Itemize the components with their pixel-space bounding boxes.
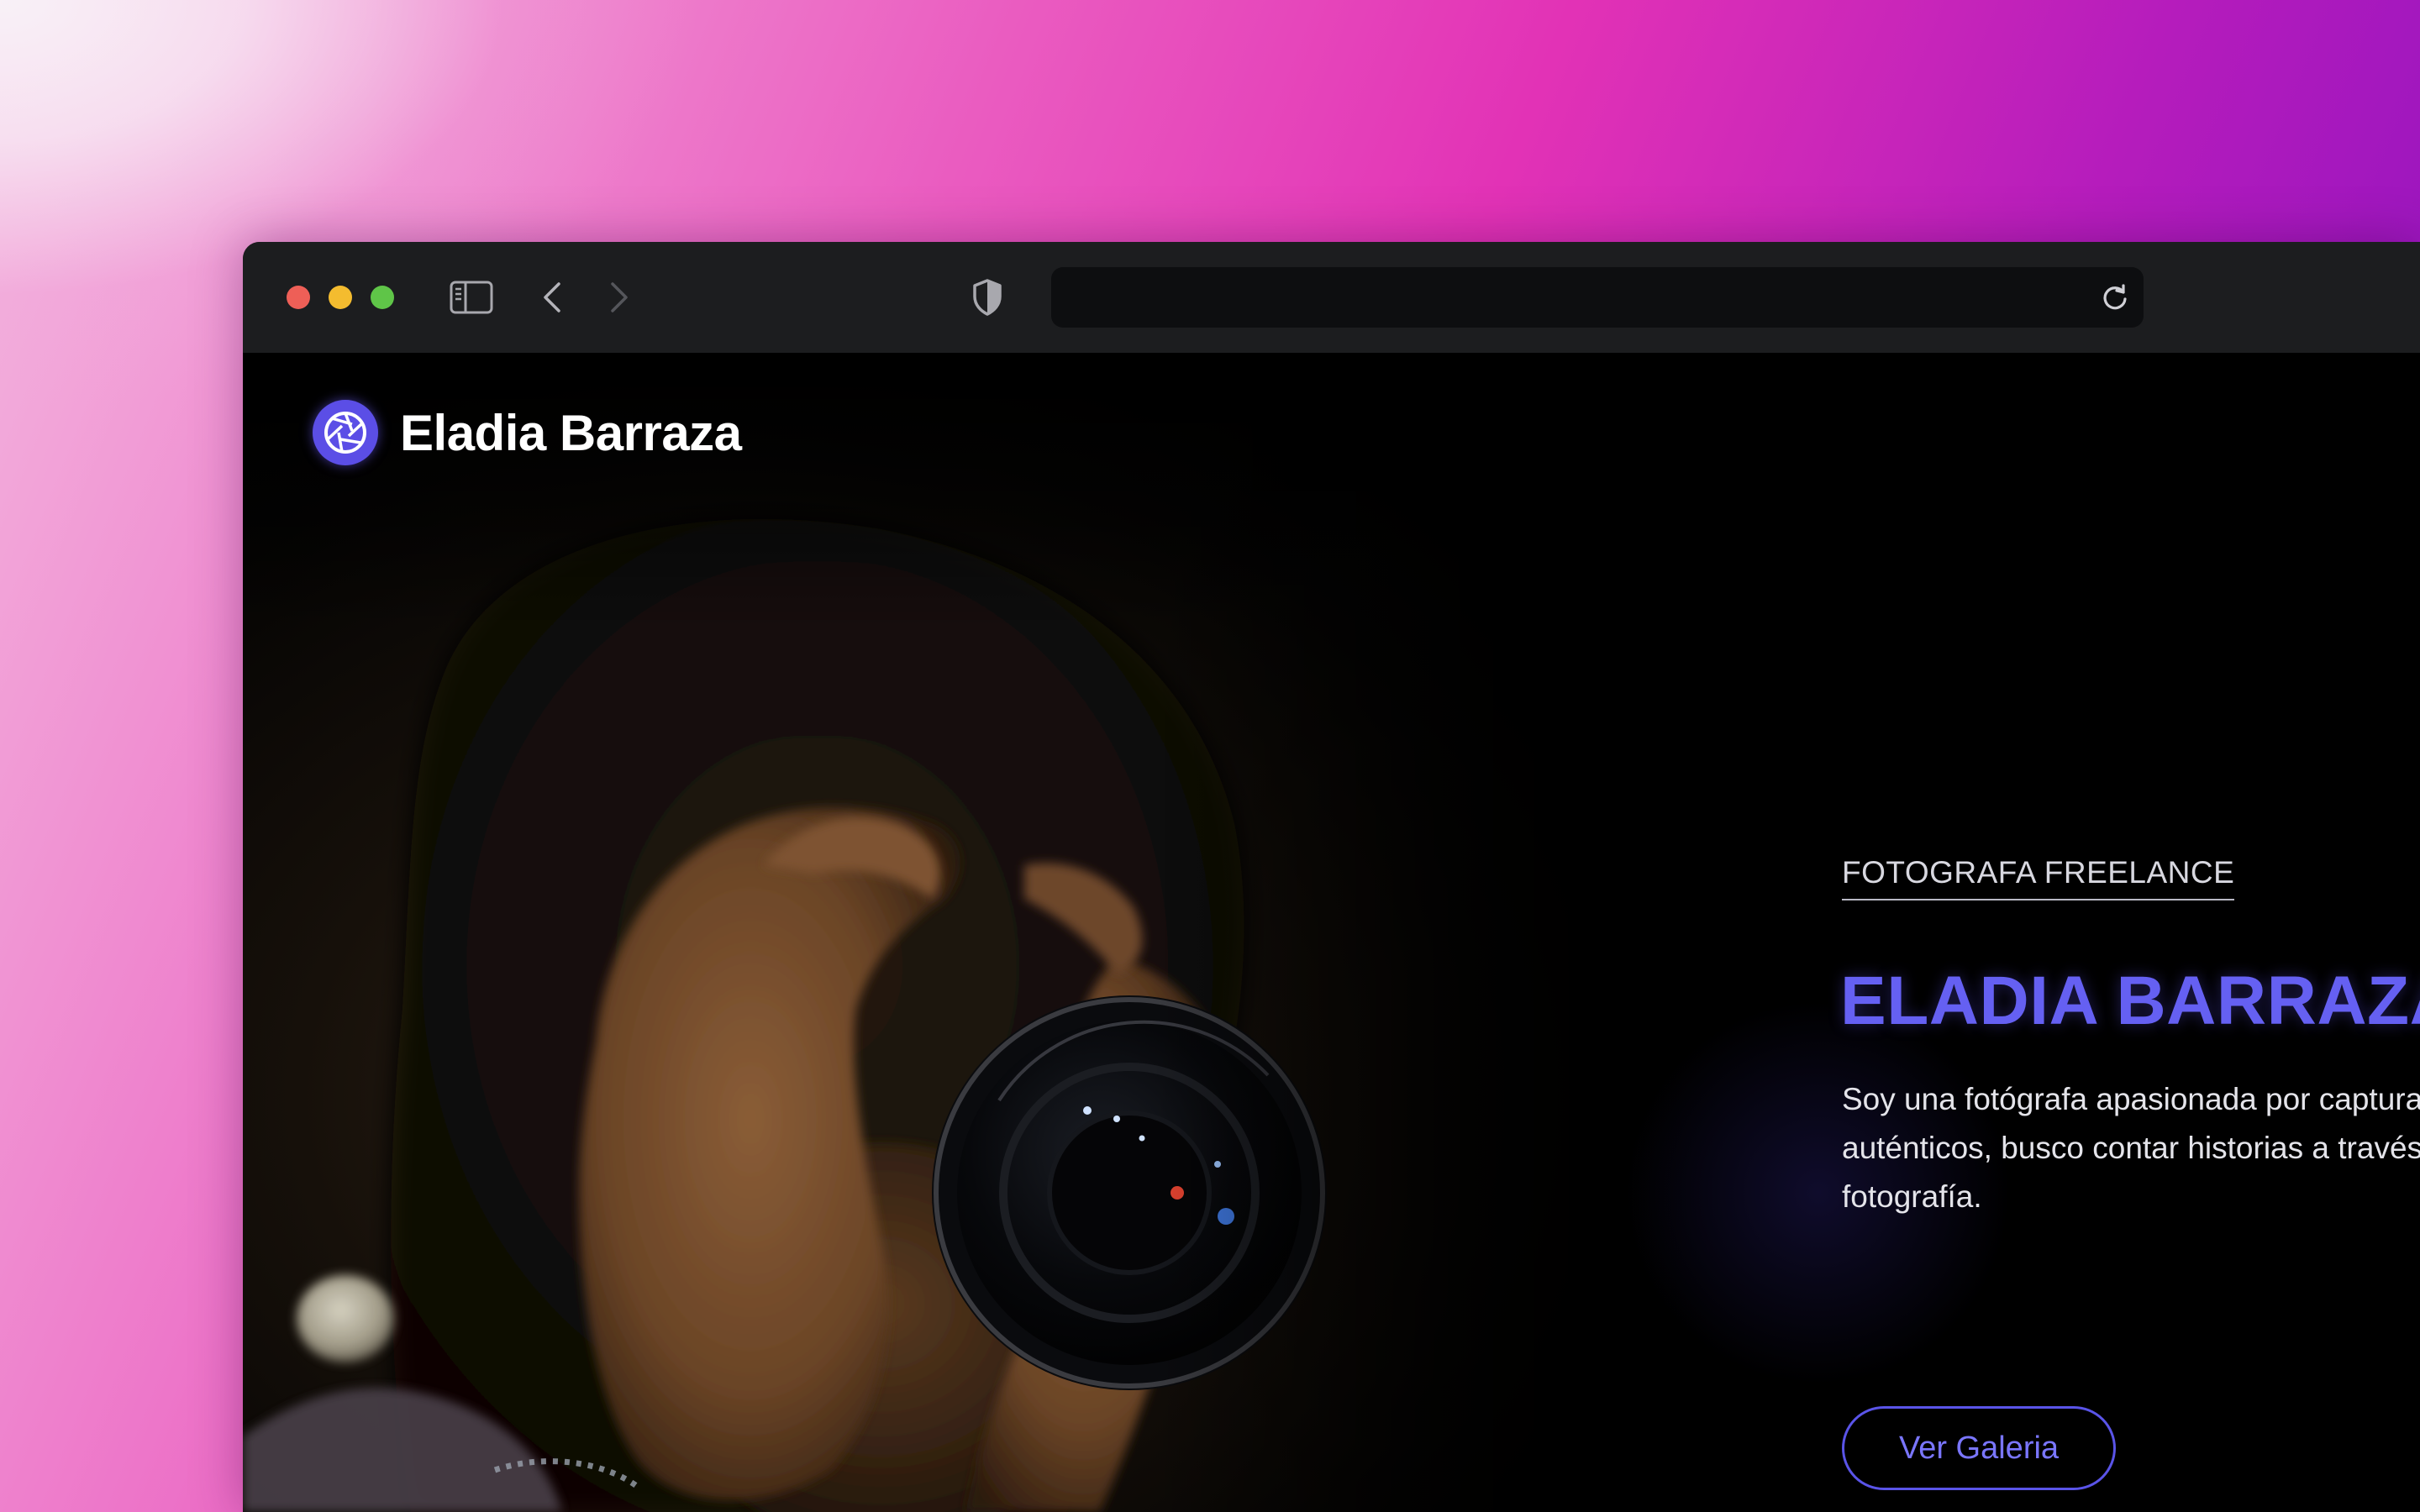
hero-title: ELADIA BARRAZA — [1840, 963, 2420, 1039]
hero-eyebrow: FOTOGRAFA FREELANCE — [1842, 855, 2235, 900]
browser-window: Eladia Barraza FOTOGRAFA FREELANCE ELADI… — [243, 242, 2420, 1512]
minimize-window-button[interactable] — [329, 286, 352, 309]
view-gallery-button[interactable]: Ver Galeria — [1842, 1406, 2116, 1490]
hero-photo — [243, 353, 1705, 1512]
sidebar-icon[interactable] — [448, 276, 495, 319]
address-bar[interactable] — [1051, 267, 2144, 328]
browser-toolbar — [243, 242, 2420, 354]
close-window-button[interactable] — [287, 286, 310, 309]
hero-description: Soy una fotógrafa apasionada por captura… — [1842, 1082, 2420, 1214]
chevron-right-icon[interactable] — [604, 276, 634, 319]
shield-icon[interactable] — [967, 274, 1007, 321]
camera-aperture-icon — [313, 400, 378, 465]
site-title: Eladia Barraza — [400, 404, 742, 461]
hero-section: FOTOGRAFA FREELANCE ELADIA BARRAZA Soy u… — [1600, 353, 2420, 1512]
zoom-window-button[interactable] — [371, 286, 394, 309]
web-page: Eladia Barraza FOTOGRAFA FREELANCE ELADI… — [243, 353, 2420, 1512]
site-logo[interactable]: Eladia Barraza — [313, 400, 742, 465]
reload-icon[interactable] — [2100, 282, 2130, 312]
chevron-left-icon[interactable] — [537, 276, 567, 319]
